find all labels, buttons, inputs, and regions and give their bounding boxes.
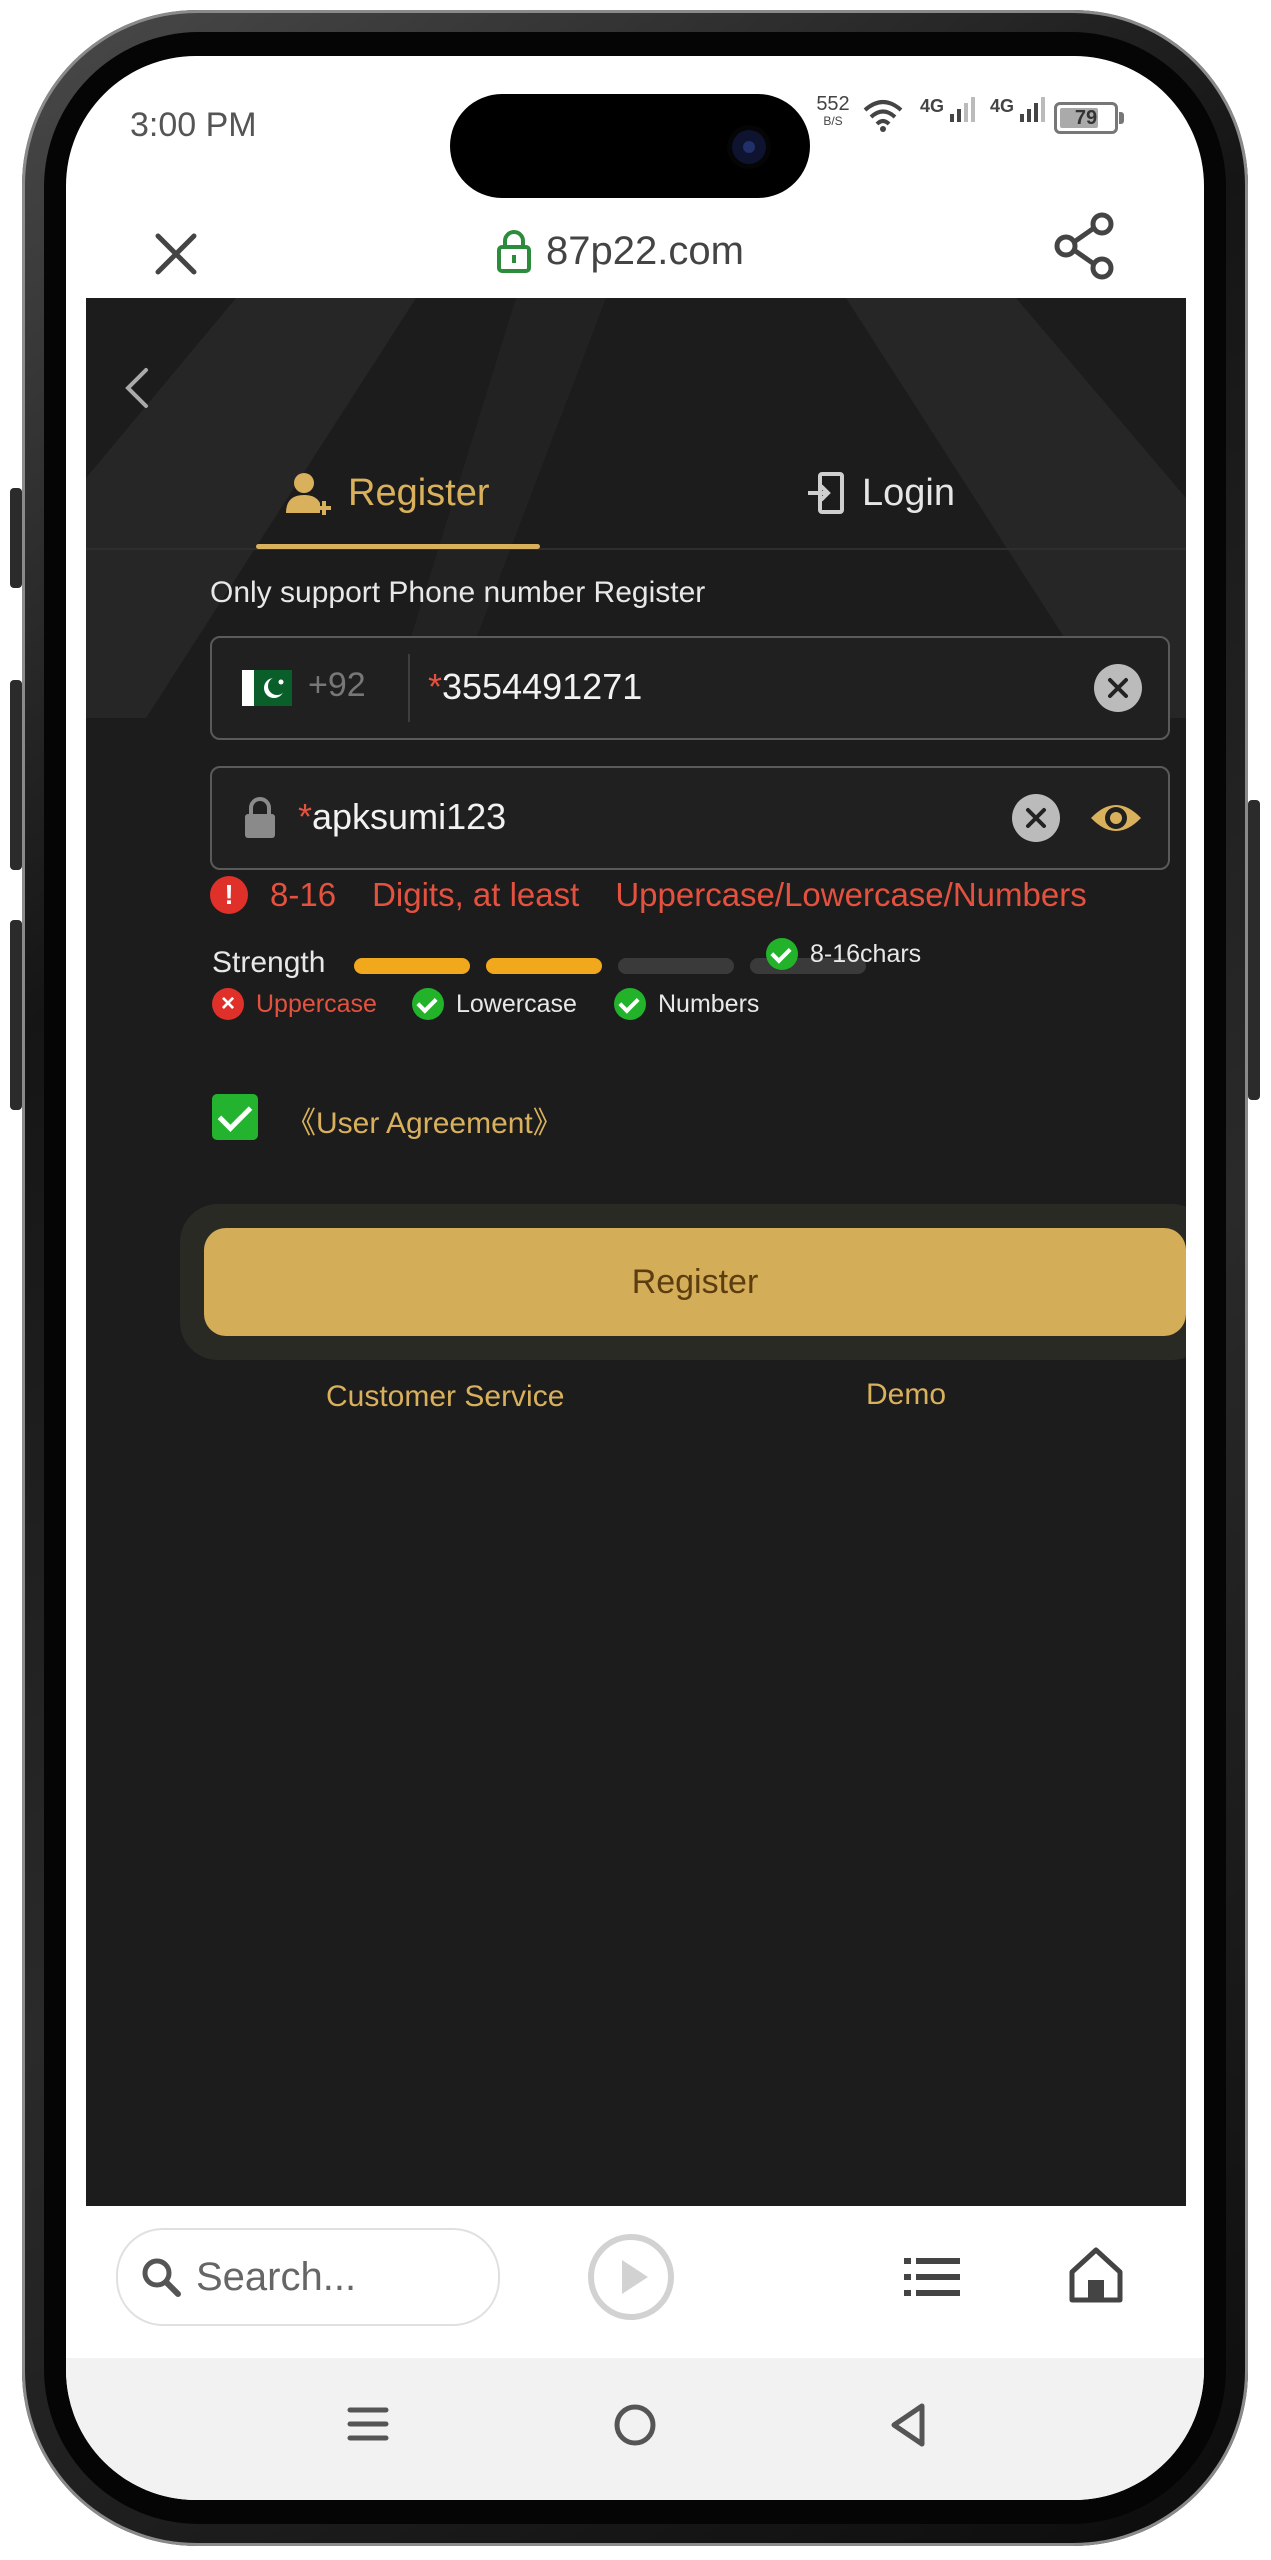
x-circle-icon: × — [212, 988, 244, 1020]
warning-icon: ! — [210, 876, 248, 914]
criterion-length: 8-16chars — [766, 938, 921, 970]
camera-icon — [732, 130, 766, 164]
web-content: Register Login Only support Phone number… — [86, 298, 1186, 2206]
network-rate-value: 552 — [816, 93, 850, 115]
password-value: apksumi123 — [312, 796, 507, 837]
check-icon — [766, 938, 798, 970]
signal-1-label: 4G — [920, 96, 945, 116]
volume-up-button — [10, 680, 22, 870]
phone-value: 3554491271 — [442, 666, 643, 707]
battery-level: 79 — [1074, 107, 1098, 129]
status-time: 3:00 PM — [130, 106, 257, 144]
signal-2: 4G — [990, 94, 1048, 124]
search-input[interactable]: Search... — [116, 2228, 500, 2326]
url-bar[interactable]: 87p22.com — [496, 216, 744, 286]
password-field[interactable]: *apksumi123 — [210, 766, 1170, 870]
pakistan-flag-icon[interactable] — [242, 670, 292, 706]
error-part2: Digits, at least — [372, 876, 580, 913]
clear-password-button[interactable] — [1012, 794, 1060, 842]
strength-bar-3 — [618, 958, 734, 974]
lock-icon — [497, 230, 531, 273]
tab-active-indicator — [256, 544, 540, 549]
home-icon[interactable] — [1066, 2244, 1126, 2304]
clear-icon — [1108, 678, 1128, 698]
browser-bottom-bar: Search... — [66, 2206, 1204, 2358]
strength-bar-2 — [486, 958, 602, 974]
criterion-uppercase-label: Uppercase — [256, 989, 377, 1018]
user-agreement-link[interactable]: 《User Agreement》 — [286, 1098, 563, 1142]
criterion-uppercase: × Uppercase — [212, 988, 377, 1020]
add-user-icon — [286, 473, 331, 515]
signal-bars-2-icon — [1020, 97, 1046, 122]
register-hint: Only support Phone number Register — [210, 576, 706, 609]
phone-input[interactable]: *3554491271 — [428, 666, 642, 708]
required-mark: * — [428, 666, 443, 707]
signal-bars-1-icon — [950, 97, 976, 122]
country-code[interactable]: +92 — [308, 666, 366, 705]
tab-register[interactable]: Register — [286, 448, 490, 538]
signal-2-label: 4G — [990, 96, 1015, 116]
agreement-checkbox[interactable] — [212, 1094, 258, 1140]
field-separator — [408, 654, 410, 722]
tab-login[interactable]: Login — [806, 448, 955, 538]
criterion-numbers-label: Numbers — [658, 989, 760, 1018]
share-icon[interactable] — [1046, 206, 1126, 286]
menu-icon[interactable] — [346, 2402, 390, 2446]
back-triangle-icon[interactable] — [886, 2400, 930, 2450]
url-text: 87p22.com — [546, 228, 744, 273]
strength-bar-1 — [354, 958, 470, 974]
error-part1: 8-16 — [270, 876, 337, 913]
padlock-icon — [245, 797, 275, 838]
check-icon — [412, 988, 444, 1020]
crescent-star-icon — [264, 677, 286, 698]
criterion-lowercase: Lowercase — [412, 988, 577, 1020]
list-icon[interactable] — [902, 2252, 962, 2302]
screen: 3:00 PM 552 B/S 4G 4G 79 87p22.com Regis… — [66, 56, 1204, 2500]
criterion-length-label: 8-16chars — [810, 939, 922, 968]
eye-icon[interactable] — [1088, 796, 1144, 840]
network-rate: 552 B/S — [812, 94, 854, 128]
battery-icon: 79 — [1054, 102, 1124, 134]
search-icon — [142, 2258, 181, 2297]
demo-link[interactable]: Demo — [866, 1378, 946, 1412]
customer-service-link[interactable]: Customer Service — [326, 1380, 564, 1414]
tab-divider — [86, 548, 1186, 550]
error-part3: Uppercase/Lowercase/Numbers — [615, 876, 1087, 913]
volume-down-button — [10, 920, 22, 1110]
search-placeholder: Search... — [196, 2254, 357, 2299]
wifi-icon — [863, 100, 903, 132]
phone-field[interactable]: +92 *3554491271 — [210, 636, 1170, 740]
mute-switch — [10, 488, 22, 588]
signal-1: 4G — [920, 94, 978, 124]
strength-label: Strength — [212, 946, 326, 979]
play-icon[interactable] — [586, 2232, 676, 2322]
required-mark: * — [298, 796, 313, 837]
criterion-numbers: Numbers — [614, 988, 759, 1020]
home-circle-icon[interactable] — [610, 2400, 660, 2450]
back-chevron-icon[interactable] — [116, 358, 156, 418]
network-rate-unit: B/S — [823, 114, 843, 128]
clear-icon — [1026, 808, 1046, 828]
close-icon[interactable] — [146, 224, 206, 284]
tab-login-label: Login — [862, 471, 955, 514]
check-icon — [614, 988, 646, 1020]
password-input[interactable]: *apksumi123 — [298, 796, 506, 838]
register-button[interactable]: Register — [204, 1228, 1186, 1336]
tab-register-label: Register — [348, 471, 490, 514]
login-icon — [808, 472, 844, 514]
system-navigation-bar — [66, 2358, 1204, 2500]
criterion-lowercase-label: Lowercase — [456, 989, 577, 1018]
power-button — [1248, 800, 1260, 1100]
password-error: ! 8-16 Digits, at least Uppercase/Lowerc… — [210, 876, 1087, 914]
clear-phone-button[interactable] — [1094, 664, 1142, 712]
